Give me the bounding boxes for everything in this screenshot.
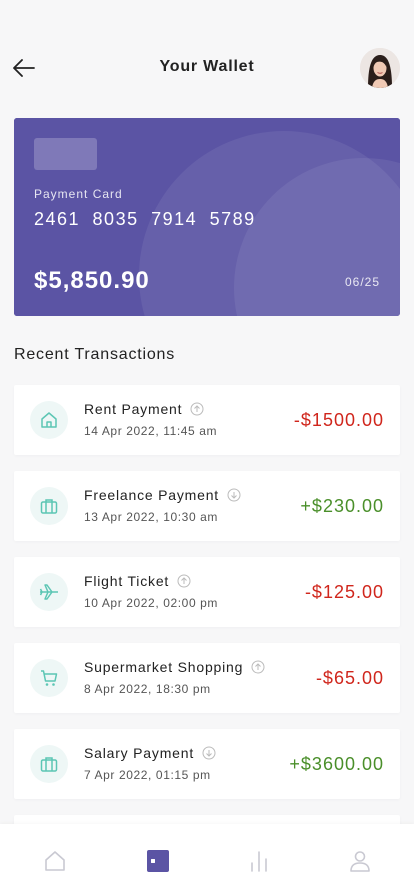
transaction-amount: -$1500.00 [293,410,384,430]
transaction-item[interactable]: Supermarket Shopping 8 Apr 2022, 18:30 p… [14,643,400,713]
profile-icon [350,851,370,872]
airplane-icon [30,573,68,611]
arrow-up-circle-icon [251,660,265,674]
home-icon [30,401,68,439]
transaction-date: 7 Apr 2022, 01:15 pm [84,768,211,782]
transaction-amount: -$65.00 [315,668,384,688]
card-balance: $5,850.90 [34,267,150,294]
transaction-item[interactable]: Freelance Payment 13 Apr 2022, 10:30 am … [14,471,400,541]
header: Your Wallet [0,44,414,92]
transaction-name: Freelance Payment [84,487,219,503]
briefcase-icon [30,487,68,525]
nav-profile[interactable] [345,846,375,876]
arrow-down-circle-icon [227,488,241,502]
transaction-name: Rent Payment [84,401,183,417]
transaction-date: 8 Apr 2022, 18:30 pm [84,682,211,696]
nav-stats[interactable] [244,846,274,876]
arrow-down-circle-icon [202,746,216,760]
bottom-nav [0,824,414,896]
wallet-icon [147,850,169,872]
transaction-date: 14 Apr 2022, 11:45 am [84,424,218,438]
card-expiry: 06/25 [344,275,380,289]
transaction-item[interactable]: Salary Payment 7 Apr 2022, 01:15 pm +$36… [14,729,400,799]
transaction-item[interactable]: Rent Payment 14 Apr 2022, 11:45 am -$150… [14,385,400,455]
transaction-name: Supermarket Shopping [84,659,244,675]
transaction-date: 13 Apr 2022, 10:30 am [84,510,219,524]
transaction-name: Salary Payment [84,745,195,761]
nav-wallet[interactable] [143,846,173,876]
card-label: Payment Card [34,187,123,201]
home-icon [45,851,65,871]
nav-home[interactable] [40,846,70,876]
section-title: Recent Transactions [14,346,176,363]
transaction-amount: +$3600.00 [289,754,384,774]
card-number: 2461 8035 7914 5789 [34,209,256,229]
cart-icon [30,659,68,697]
transaction-amount: +$230.00 [300,496,384,516]
stats-icon [251,851,267,872]
arrow-up-circle-icon [177,574,191,588]
transaction-amount: -$125.00 [304,582,384,602]
transaction-item[interactable]: Flight Ticket 10 Apr 2022, 02:00 pm -$12… [14,557,400,627]
transaction-date: 10 Apr 2022, 02:00 pm [84,596,219,610]
page-title: Your Wallet [159,58,255,75]
payment-card[interactable]: Payment Card 2461 8035 7914 5789 $5,850.… [14,118,400,316]
card-chip [34,138,97,170]
arrow-up-circle-icon [190,402,204,416]
transaction-name: Flight Ticket [84,573,170,589]
briefcase-icon [30,745,68,783]
avatar[interactable] [360,48,400,88]
